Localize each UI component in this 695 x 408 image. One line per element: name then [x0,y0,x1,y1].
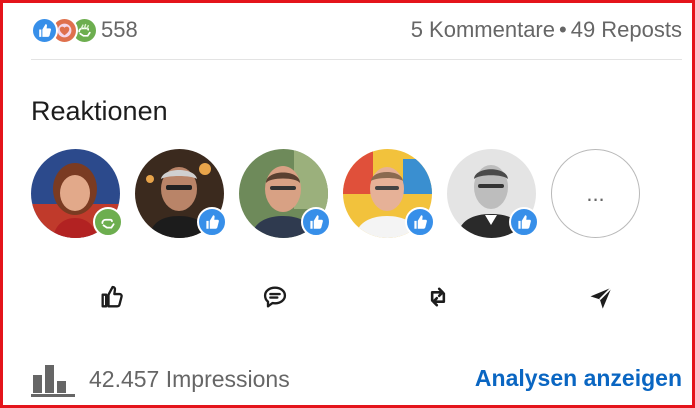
more-reactors-button[interactable]: ... [551,149,640,238]
like-icon [405,207,435,237]
social-counts-bar: 558 5 Kommentare • 49 Reposts [31,13,682,47]
impressions-count: 42.457 Impressions [89,365,290,392]
repost-button[interactable] [408,273,468,321]
like-button[interactable] [82,273,142,321]
separator-dot: • [559,17,567,42]
reactor-avatar[interactable] [135,149,227,238]
comments-count[interactable]: 5 Kommentare [411,17,555,42]
reactor-avatars: ... [31,149,640,238]
like-icon [31,16,58,44]
reactor-avatar[interactable] [31,149,123,238]
reactions-heading: Reaktionen [31,96,168,126]
divider [31,59,682,60]
impressions-info: 42.457 Impressions [31,357,290,401]
like-icon [509,207,539,237]
repost-icon [430,287,445,307]
reactor-avatar[interactable] [239,149,331,238]
comment-button[interactable] [245,273,305,321]
reaction-count[interactable]: 558 [101,17,138,43]
send-button[interactable] [571,273,631,321]
action-bar [31,273,682,321]
reactor-avatar[interactable] [343,149,435,238]
reposts-count[interactable]: 49 Reposts [571,17,682,42]
support-icon [93,207,123,237]
view-analytics-link[interactable]: Analysen anzeigen [475,365,682,392]
thumbs-up-icon [101,285,124,308]
comment-icon [264,286,287,308]
bar-chart-icon [31,365,75,397]
post-social-panel: 558 5 Kommentare•49 Reposts Reaktionen [0,0,695,408]
like-icon [301,207,331,237]
reaction-icons[interactable] [31,16,98,44]
send-icon [590,287,612,309]
comments-reposts: 5 Kommentare • 49 Reposts [411,17,682,43]
like-icon [197,207,227,237]
reactor-avatar[interactable] [447,149,539,238]
